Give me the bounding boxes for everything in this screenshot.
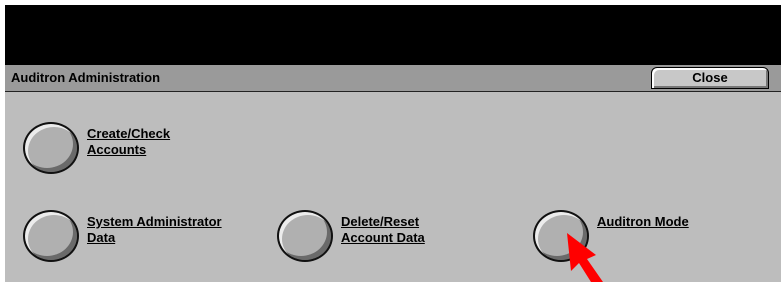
create-check-accounts-button[interactable] bbox=[23, 122, 79, 174]
auditron-mode-label: Auditron Mode bbox=[597, 214, 689, 229]
options-area: Create/Check Accounts System Administrat… bbox=[5, 92, 781, 282]
message-area bbox=[5, 5, 781, 65]
touchscreen-panel: Auditron Administration Close Create/Che… bbox=[5, 5, 781, 282]
create-check-accounts-option[interactable]: Create/Check Accounts bbox=[23, 122, 243, 178]
delete-reset-account-data-option[interactable]: Delete/Reset Account Data bbox=[277, 210, 477, 266]
system-administrator-data-option[interactable]: System Administrator Data bbox=[23, 210, 263, 266]
delete-reset-account-data-button[interactable] bbox=[277, 210, 333, 262]
system-administrator-data-label: System Administrator Data bbox=[87, 214, 222, 245]
window-title: Auditron Administration bbox=[11, 70, 161, 85]
system-administrator-data-button[interactable] bbox=[23, 210, 79, 262]
auditron-mode-option[interactable]: Auditron Mode bbox=[533, 210, 733, 266]
auditron-mode-button[interactable] bbox=[533, 210, 589, 262]
close-button[interactable]: Close bbox=[651, 67, 769, 89]
create-check-accounts-label: Create/Check Accounts bbox=[87, 126, 171, 157]
delete-reset-account-data-label: Delete/Reset Account Data bbox=[341, 214, 425, 245]
